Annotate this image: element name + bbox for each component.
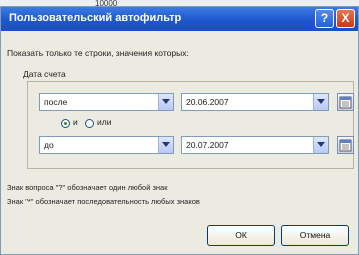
chevron-down-icon[interactable] — [158, 94, 173, 110]
value1-value: 20.06.2007 — [186, 97, 229, 107]
hint-question-mark: Знак вопроса "?" обозначает один любой з… — [7, 183, 168, 192]
hint-asterisk: Знак "*" обозначает последовательность л… — [7, 197, 200, 206]
chevron-down-icon[interactable] — [158, 137, 173, 153]
help-button[interactable]: ? — [315, 9, 334, 28]
ok-button[interactable]: ОК — [207, 225, 275, 246]
operator2-value: до — [44, 140, 54, 150]
instruction-label: Показать только те строки, значения кото… — [7, 48, 189, 58]
or-label: или — [97, 117, 112, 127]
calendar-icon[interactable] — [337, 136, 354, 154]
chevron-down-icon[interactable] — [313, 137, 328, 153]
chevron-down-icon[interactable] — [313, 94, 328, 110]
dialog-title: Пользовательский автофильтр — [9, 12, 182, 24]
custom-autofilter-dialog: Пользовательский автофильтр ? X Показать… — [0, 6, 359, 255]
cancel-button[interactable]: Отмена — [281, 225, 349, 246]
or-radio[interactable] — [85, 119, 94, 128]
close-button[interactable]: X — [336, 9, 355, 28]
and-radio[interactable] — [61, 119, 70, 128]
operator2-select[interactable]: до — [39, 136, 174, 154]
value2-select[interactable]: 20.07.2007 — [181, 136, 329, 154]
calendar-icon[interactable] — [337, 93, 354, 111]
close-icon: X — [341, 11, 350, 25]
and-label: и — [73, 117, 78, 127]
value1-select[interactable]: 20.06.2007 — [181, 93, 329, 111]
title-bar[interactable]: Пользовательский автофильтр ? X — [1, 7, 358, 31]
operator1-value: после — [44, 97, 68, 107]
value2-value: 20.07.2007 — [186, 140, 229, 150]
field-name-label: Дата счета — [21, 69, 68, 79]
operator1-select[interactable]: после — [39, 93, 174, 111]
help-icon: ? — [320, 11, 329, 25]
